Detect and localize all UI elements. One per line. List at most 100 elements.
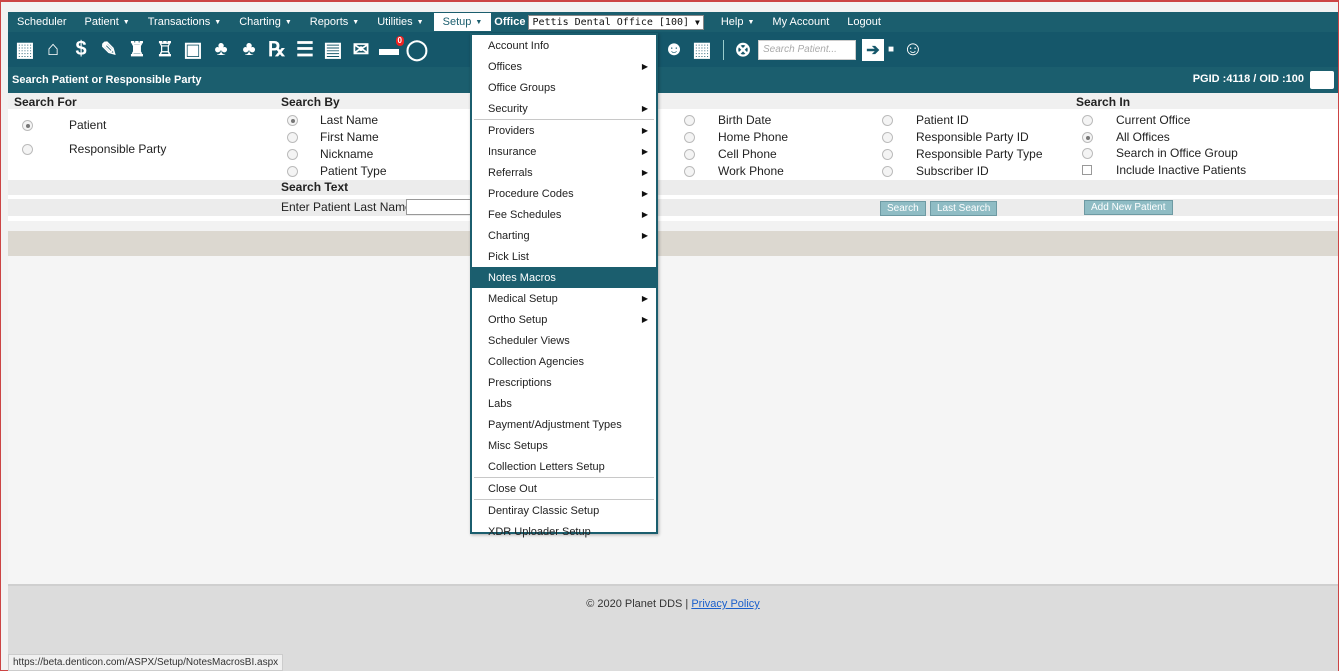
setup-menu-item[interactable]: Procedure Codes ▶	[472, 183, 656, 204]
radio-button[interactable]	[22, 119, 33, 131]
checkbox[interactable]	[1082, 165, 1092, 175]
prescription-icon[interactable]: ℞	[264, 38, 290, 62]
printer-icon[interactable]	[1310, 71, 1334, 89]
radio-subscriber-id[interactable]: Subscriber ID	[882, 163, 989, 179]
radio-patient-type[interactable]: Patient Type	[287, 163, 387, 179]
setup-menu-item[interactable]: Scheduler Views	[472, 330, 656, 351]
users-icon[interactable]: ☻	[661, 38, 687, 62]
include-inactive-checkbox[interactable]: Include Inactive Patients	[1082, 162, 1246, 178]
radio-responsible-party-id[interactable]: Responsible Party ID	[882, 129, 1029, 145]
last-search-button[interactable]: Last Search	[930, 201, 998, 216]
message-icon[interactable]: ▬ 0	[376, 35, 404, 62]
add-patient-icon[interactable]: ♣	[208, 38, 234, 62]
radio-patient-id[interactable]: Patient ID	[882, 112, 969, 128]
setup-menu-item[interactable]: Pick List	[472, 246, 656, 267]
radio-button[interactable]	[287, 148, 298, 160]
print-icon[interactable]: ▤	[320, 38, 346, 62]
radio-responsible-party[interactable]: Responsible Party	[22, 141, 166, 157]
setup-menu-item[interactable]: Prescriptions	[472, 372, 656, 393]
radio-button[interactable]	[1082, 131, 1093, 143]
radio-button[interactable]	[287, 131, 298, 143]
home-icon[interactable]: ⌂	[40, 38, 66, 62]
setup-menu-item[interactable]: Charting ▶	[472, 225, 656, 246]
setup-menu-item[interactable]: Ortho Setup ▶	[472, 309, 656, 330]
radio-work-phone[interactable]: Work Phone	[684, 163, 784, 179]
setup-menu-item[interactable]: Collection Agencies	[472, 351, 656, 372]
last-name-input[interactable]	[406, 199, 472, 215]
go-arrow-icon[interactable]: ➔	[862, 38, 884, 61]
menu-scheduler[interactable]: Scheduler	[8, 12, 76, 32]
setup-menu-item[interactable]: Insurance ▶	[472, 141, 656, 162]
radio-office-group[interactable]: Search in Office Group	[1082, 145, 1238, 161]
radio-label: Patient ID	[916, 113, 969, 127]
radio-button[interactable]	[1082, 147, 1093, 159]
radio-button[interactable]	[882, 114, 893, 126]
radio-button[interactable]	[287, 114, 298, 126]
patient-search-input[interactable]: Search Patient...	[758, 39, 856, 60]
treatment-icon[interactable]: ▣	[180, 38, 206, 62]
radio-button[interactable]	[882, 148, 893, 160]
radio-responsible-party-type[interactable]: Responsible Party Type	[882, 146, 1043, 162]
menu-setup[interactable]: Setup ▼	[432, 12, 493, 32]
radio-button[interactable]	[684, 131, 695, 143]
radio-button[interactable]	[882, 165, 893, 177]
dollar-icon[interactable]: $	[68, 38, 94, 62]
menu-utilities[interactable]: Utilities ▼	[368, 12, 432, 32]
office-select[interactable]: Pettis Dental Office [100] ▼	[528, 14, 704, 30]
add-new-patient-button[interactable]: Add New Patient	[1084, 200, 1173, 215]
setup-menu-item[interactable]: Notes Macros	[472, 267, 656, 288]
radio-button[interactable]	[1082, 114, 1093, 126]
menu-transactions[interactable]: Transactions ▼	[139, 12, 231, 32]
computer-icon[interactable]: ▦	[689, 38, 715, 62]
setup-menu-item[interactable]: Referrals ▶	[472, 162, 656, 183]
radio-button[interactable]	[684, 148, 695, 160]
setup-menu-item[interactable]: Offices ▶	[472, 56, 656, 77]
expand-icon[interactable]: ⊗	[730, 38, 756, 62]
setup-menu-item[interactable]: Security ▶	[472, 98, 656, 119]
radio-nickname[interactable]: Nickname	[287, 146, 373, 162]
search-button[interactable]: Search	[880, 201, 926, 216]
setup-menu-item[interactable]: Office Groups	[472, 77, 656, 98]
setup-menu-item[interactable]: Medical Setup ▶	[472, 288, 656, 309]
setup-menu-item[interactable]: Collection Letters Setup	[472, 456, 656, 477]
tooth-icon[interactable]: ♜	[124, 38, 150, 62]
calendar-grid-icon[interactable]: ▦	[12, 38, 38, 62]
radio-button[interactable]	[684, 165, 695, 177]
setup-menu-item[interactable]: Fee Schedules ▶	[472, 204, 656, 225]
radio-cell-phone[interactable]: Cell Phone	[684, 146, 777, 162]
menu-logout[interactable]: Logout	[838, 12, 890, 32]
group-icon[interactable]: ☺	[900, 38, 926, 62]
radio-button[interactable]	[287, 165, 298, 177]
teeth-icon[interactable]: ♖	[152, 38, 178, 62]
setup-menu-item[interactable]: Account Info	[472, 35, 656, 56]
menu-my-account[interactable]: My Account	[763, 12, 838, 32]
family-icon[interactable]: ♣	[236, 38, 262, 62]
setup-menu-item[interactable]: Labs	[472, 393, 656, 414]
menu-charting[interactable]: Charting ▼	[230, 12, 301, 32]
setup-menu-item[interactable]: Dentiray Classic Setup	[472, 500, 656, 521]
privacy-policy-link[interactable]: Privacy Policy	[691, 598, 759, 610]
radio-button[interactable]	[22, 143, 33, 155]
edit-icon[interactable]: ✎	[96, 38, 122, 62]
radio-current-office[interactable]: Current Office	[1082, 112, 1190, 128]
setup-menu-item[interactable]: Misc Setups	[472, 435, 656, 456]
setup-menu-item[interactable]: Payment/Adjustment Types	[472, 414, 656, 435]
radio-button[interactable]	[684, 114, 695, 126]
mail-icon[interactable]: ✉	[348, 38, 374, 62]
chat-icon[interactable]: ◯	[404, 38, 430, 62]
square-icon[interactable]: ■	[884, 38, 898, 62]
setup-menu-item[interactable]: Providers ▶	[472, 120, 656, 141]
radio-first-name[interactable]: First Name	[287, 129, 379, 145]
radio-home-phone[interactable]: Home Phone	[684, 129, 788, 145]
radio-last-name[interactable]: Last Name	[287, 112, 378, 128]
radio-birth-date[interactable]: Birth Date	[684, 112, 771, 128]
radio-button[interactable]	[882, 131, 893, 143]
menu-help[interactable]: Help ▼	[712, 12, 764, 32]
menu-patient[interactable]: Patient ▼	[76, 12, 139, 32]
radio-all-offices[interactable]: All Offices	[1082, 129, 1170, 145]
setup-menu-item[interactable]: XDR Uploader Setup	[472, 521, 656, 542]
setup-menu-item[interactable]: Close Out	[472, 478, 656, 499]
notes-icon[interactable]: ☰	[292, 38, 318, 62]
radio-patient[interactable]: Patient	[22, 117, 106, 133]
menu-reports[interactable]: Reports ▼	[301, 12, 368, 32]
